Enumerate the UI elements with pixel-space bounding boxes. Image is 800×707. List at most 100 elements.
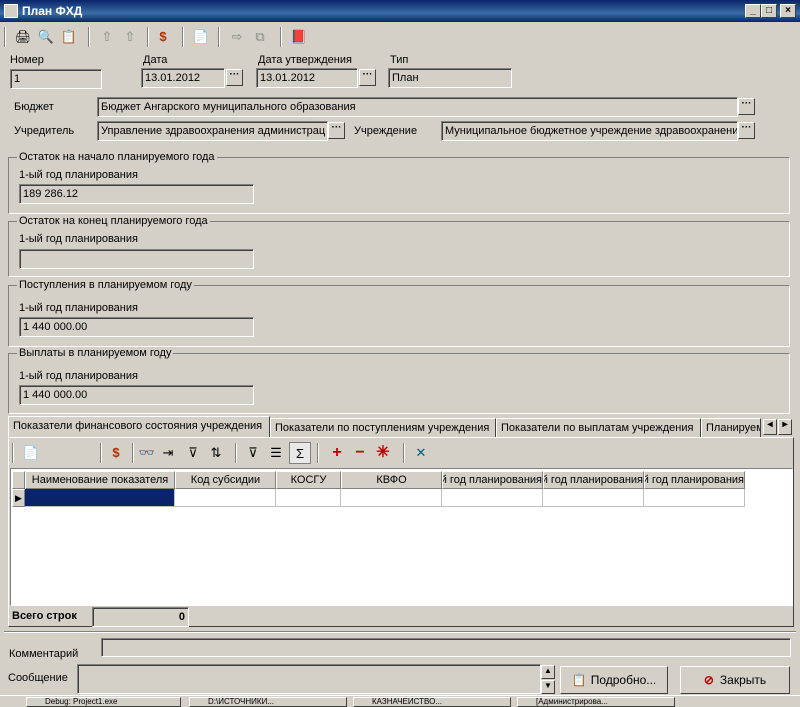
tab-receipts[interactable]: Показатели по поступлениям учреждения [270, 418, 496, 438]
group-title: Выплаты в планируемом году [17, 347, 174, 359]
print-icon[interactable]: 🖨 [12, 26, 34, 48]
taskbar-item[interactable]: Debug: Project1.exe [26, 697, 181, 707]
clear-all-icon[interactable]: ✳ [372, 442, 394, 464]
preview-icon[interactable]: 🔍 [35, 26, 57, 48]
minimize-button[interactable]: _ [745, 4, 761, 18]
institution-select-button[interactable]: ··· [738, 122, 755, 139]
type-field[interactable]: План [388, 68, 512, 88]
approve-date-label: Дата утверждения [258, 54, 352, 66]
approve-date-picker-button[interactable]: ··· [359, 69, 376, 86]
grid-cell[interactable] [276, 489, 341, 507]
tab-planned[interactable]: Планируем [701, 418, 761, 438]
delete-row-icon[interactable]: − [349, 442, 371, 464]
receipts-field[interactable]: 1 440 000.00 [19, 317, 254, 337]
close-window-button[interactable]: × [780, 4, 796, 18]
tab-bar: Показатели финансового состояния учрежде… [8, 416, 796, 438]
taskbar-item[interactable]: КАЗНАЧЕЙСТВО... [353, 697, 511, 707]
binoculars-icon[interactable]: 👓 [136, 442, 158, 464]
column-header[interactable]: КВФО [341, 471, 442, 489]
find-next-icon[interactable]: ⇥ [157, 442, 179, 464]
tab-scroll-right-icon[interactable]: ▸ [778, 419, 792, 435]
payments-field[interactable]: 1 440 000.00 [19, 385, 254, 405]
grid-cell[interactable] [543, 489, 644, 507]
number-field[interactable]: 1 [10, 69, 102, 89]
number-label: Номер [10, 54, 44, 66]
document-icon[interactable]: 📄 [190, 26, 212, 48]
close-button[interactable]: ⊘ Закрыть [680, 666, 790, 694]
start-balance-field[interactable]: 189 286.12 [19, 184, 254, 204]
message-field[interactable] [77, 664, 541, 694]
details-button[interactable]: 📋 Подробно... [560, 666, 668, 694]
row-indicator-header [12, 471, 25, 489]
copy-icon[interactable]: ⧉ [249, 26, 271, 48]
budget-select-button[interactable]: ··· [738, 98, 755, 115]
budget-field[interactable]: Бюджет Ангарского муниципального образов… [97, 97, 738, 117]
grid-cell[interactable] [25, 489, 175, 507]
forward-icon[interactable]: ⇨ [226, 26, 248, 48]
end-balance-field[interactable] [19, 249, 254, 269]
app-icon [4, 4, 18, 18]
grid-cell[interactable] [644, 489, 745, 507]
group-sub-label: 1-ый год планирования [19, 169, 138, 181]
message-label: Сообщение [8, 672, 68, 684]
comment-field[interactable] [101, 638, 791, 657]
export-icon[interactable]: 📋 [58, 26, 80, 48]
date-label: Дата [143, 54, 168, 66]
date-field[interactable]: 13.01.2012 [141, 68, 225, 88]
group-receipts: Поступления в планируемом году 1-ый год … [8, 279, 790, 347]
column-setup-icon[interactable]: ☰ [265, 442, 287, 464]
comment-label: Комментарий [9, 648, 79, 660]
excel-icon[interactable]: ✕ [410, 442, 432, 464]
sort-icon[interactable]: ⇅ [205, 442, 227, 464]
grid-cell[interactable] [175, 489, 276, 507]
tab-scroll-left-icon[interactable]: ◂ [763, 419, 777, 435]
type-label: Тип [390, 54, 409, 66]
column-header[interactable]: КОСГУ [276, 471, 341, 489]
sum-icon[interactable]: Σ [289, 442, 311, 464]
column-header[interactable]: Наименование показателя [25, 471, 175, 489]
filter-clear-icon[interactable]: ⊽ [242, 442, 264, 464]
add-row-icon[interactable]: + [326, 442, 348, 464]
column-header[interactable]: на 3-й год планирования [644, 471, 745, 489]
details-button-label: Подробно... [590, 673, 657, 687]
founder-select-button[interactable]: ··· [328, 122, 345, 139]
date-picker-button[interactable]: ··· [226, 69, 243, 86]
taskbar-item[interactable]: D:\ИСТОЧНИКИ... [189, 697, 347, 707]
window-title: План ФХД [22, 4, 83, 18]
approve-date-field[interactable]: 13.01.2012 [256, 68, 358, 88]
title-bar: План ФХД _ □ × [0, 0, 800, 22]
grid-toolbar: 📄 $ 👓 ⇥ ⊽ ⇅ ⊽ ☰ Σ + − ✳ ✕ [10, 440, 790, 466]
group-title: Поступления в планируемом году [17, 279, 194, 291]
grid-cell[interactable] [442, 489, 543, 507]
close-button-label: Закрыть [719, 673, 767, 687]
institution-field[interactable]: Муниципальное бюджетное учреждение здрав… [441, 121, 738, 141]
data-grid[interactable]: Наименование показателя Код субсидии КОС… [10, 468, 793, 606]
close-icon: ⊘ [703, 673, 714, 687]
grid-cell[interactable] [341, 489, 442, 507]
column-header[interactable]: на 2-й год планирования [543, 471, 644, 489]
new-document-icon[interactable]: 📄 [20, 442, 42, 464]
founder-label: Учредитель [14, 125, 75, 137]
founder-field[interactable]: Управление здравоохранения администрац [97, 121, 328, 141]
up2-icon[interactable]: ⇧ [119, 26, 141, 48]
column-header[interactable]: на 1-й год планирования [442, 471, 543, 489]
filter-icon[interactable]: ⊽ [182, 442, 204, 464]
maximize-button[interactable]: □ [761, 4, 777, 18]
column-header[interactable]: Код субсидии [175, 471, 276, 489]
current-row-indicator-icon: ▶ [12, 489, 25, 507]
group-title: Остаток на конец планируемого года [17, 215, 210, 227]
group-payments: Выплаты в планируемом году 1-ый год план… [8, 347, 790, 414]
dollar-icon[interactable]: $ [105, 442, 127, 464]
taskbar-item[interactable]: [Администрирова... [517, 697, 675, 707]
group-start-balance: Остаток на начало планируемого года 1-ый… [8, 151, 790, 214]
total-rows-value: 0 [92, 607, 189, 627]
message-scroll-up-icon[interactable]: ▲ [541, 665, 555, 679]
up-icon[interactable]: ⇧ [96, 26, 118, 48]
tab-financial-state[interactable]: Показатели финансового состояния учрежде… [8, 416, 270, 438]
dollar-icon[interactable]: $ [152, 26, 174, 48]
tab-payments[interactable]: Показатели по выплатам учреждения [496, 418, 701, 438]
group-title: Остаток на начало планируемого года [17, 151, 217, 163]
total-rows-label: Всего строк [12, 610, 77, 622]
book-icon[interactable]: 📕 [288, 26, 310, 48]
message-scroll-down-icon[interactable]: ▼ [541, 680, 555, 694]
